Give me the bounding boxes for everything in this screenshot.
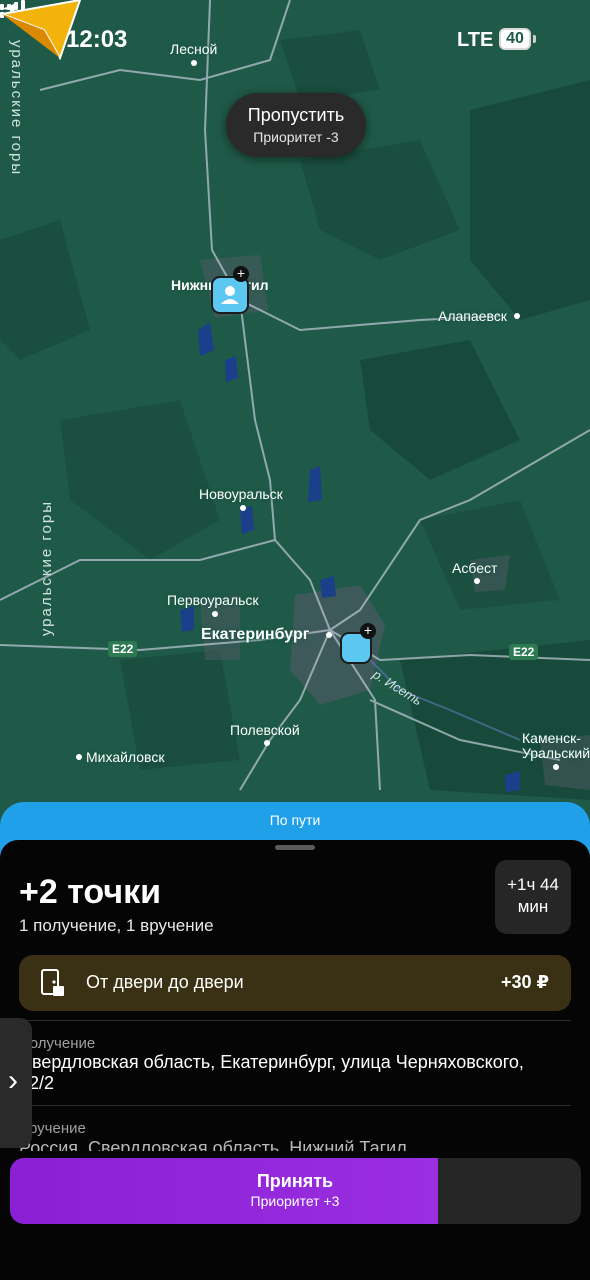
on-the-way-label: По пути (269, 812, 321, 828)
city-dot (212, 611, 218, 617)
city-dot (191, 60, 197, 66)
city-kamensk-line1[interactable]: Каменск- (522, 730, 581, 746)
city-alapaevsk[interactable]: Алапаевск (438, 308, 507, 324)
skip-button-title: Пропустить (247, 105, 345, 125)
door-to-door-option[interactable]: От двери до двери +30 ₽ (19, 955, 571, 1011)
battery-icon: 40 (499, 28, 531, 50)
eta-line1: +1ч 44 (507, 875, 559, 894)
road-label-e22-east: E22 (509, 644, 539, 660)
drag-handle[interactable] (275, 845, 315, 850)
network-type: LTE (457, 29, 494, 51)
city-ekaterinburg[interactable]: Екатеринбург (201, 626, 309, 644)
pickup-point-pin[interactable] (211, 276, 249, 314)
person-icon (221, 286, 239, 304)
divider (19, 1105, 571, 1106)
map-view[interactable]: 12:03 LTE 40 Пропустить Приоритет -3 ура… (0, 0, 590, 860)
city-lesnoy[interactable]: Лесной (170, 41, 217, 57)
battery-tip (533, 35, 536, 43)
city-dot (553, 764, 559, 770)
battery-level: 40 (506, 30, 524, 47)
city-dot (264, 740, 270, 746)
accept-button[interactable]: Принять Приоритет +3 (10, 1158, 581, 1224)
plus-badge-icon: + (360, 623, 376, 639)
skip-button[interactable]: Пропустить Приоритет -3 (226, 93, 366, 157)
city-asbest[interactable]: Асбест (452, 560, 497, 576)
chevron-right-icon: › (8, 1064, 18, 1097)
city-mikhaylovsk[interactable]: Михайловск (86, 749, 164, 765)
city-dot (514, 313, 520, 319)
plus-badge-icon: + (233, 266, 249, 282)
divider (19, 1020, 571, 1021)
stop-address-pickup[interactable]: Свердловская область, Екатеринбург, улиц… (19, 1052, 559, 1094)
order-subtitle: 1 получение, 1 вручение (19, 916, 214, 935)
city-dot (474, 578, 480, 584)
stop-address-dropoff[interactable]: Россия, Свердловская область, Нижний Таг… (19, 1138, 407, 1151)
door-to-door-label: От двери до двери (86, 972, 244, 992)
city-pervouralsk[interactable]: Первоуральск (167, 592, 259, 608)
city-dot (240, 505, 246, 511)
mountain-label-bottom-text: уральские горы (38, 500, 55, 637)
accept-button-title: Принять (256, 1171, 334, 1191)
door-to-door-price: +30 ₽ (500, 972, 549, 992)
order-title: +2 точки (19, 873, 161, 911)
mountain-label-bottom: уральские горы (38, 500, 55, 636)
status-bar: 12:03 LTE 40 (0, 0, 590, 80)
mountain-label-top-text: уральские горы (8, 40, 25, 177)
city-dot (326, 632, 332, 638)
city-dot (76, 754, 82, 760)
city-kamensk-line2[interactable]: Уральский (522, 745, 590, 761)
navigation-cursor-icon (0, 0, 82, 60)
side-panel-toggle[interactable]: › (0, 1018, 32, 1148)
door-package-icon (41, 969, 64, 996)
road-label-e22-west: E22 (108, 641, 138, 657)
eta-line2: мин (517, 897, 549, 916)
city-polevskoy[interactable]: Полевской (230, 722, 300, 738)
eta-badge: +1ч 44 мин (495, 860, 571, 934)
city-novouralsk[interactable]: Новоуральск (199, 486, 283, 502)
skip-button-priority: Приоритет -3 (253, 129, 339, 145)
accept-button-priority: Приоритет +3 (250, 1193, 340, 1209)
mountain-label-top: уральские горы (8, 40, 25, 176)
